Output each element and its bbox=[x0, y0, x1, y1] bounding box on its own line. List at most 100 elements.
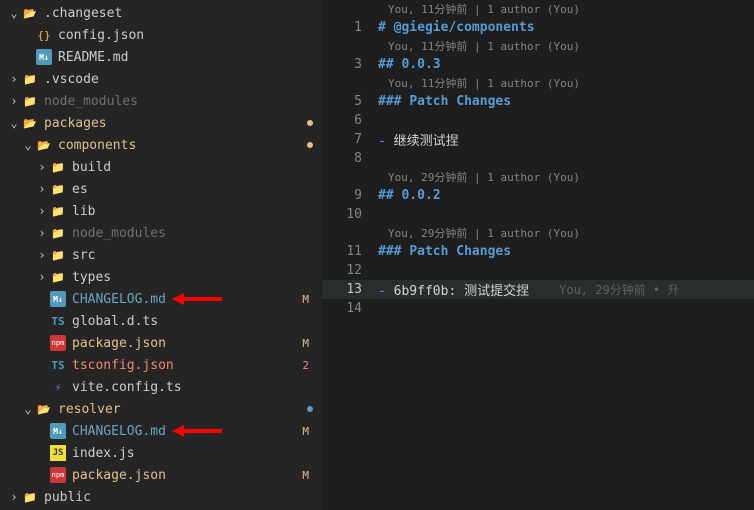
code-line[interactable]: 14 bbox=[322, 299, 754, 318]
folder-icon: 📁 bbox=[22, 71, 38, 87]
code-line[interactable]: 10 bbox=[322, 205, 754, 224]
item-label: vite.config.ts bbox=[72, 380, 313, 395]
folder-red-icon: 📂 bbox=[36, 137, 52, 153]
code-lens[interactable]: You, 29分钟前 | 1 author (You) bbox=[322, 168, 754, 186]
item-label: global.d.ts bbox=[72, 314, 313, 329]
code-content[interactable]: ### Patch Changes bbox=[378, 94, 511, 109]
item-label: CHANGELOG.md bbox=[72, 424, 298, 439]
tree-item-index-js[interactable]: ·JSindex.js bbox=[0, 442, 321, 464]
item-label: build bbox=[72, 160, 313, 175]
inline-blame: You, 29分钟前 • 升 bbox=[529, 281, 679, 298]
chevron-down-icon[interactable]: ⌄ bbox=[20, 138, 36, 152]
tree-item-public[interactable]: ›📁 public bbox=[0, 486, 321, 508]
chevron-down-icon[interactable]: ⌄ bbox=[6, 6, 22, 20]
line-number: 14 bbox=[322, 301, 378, 316]
ts-icon: TS bbox=[50, 357, 66, 373]
item-label: .changeset bbox=[44, 6, 313, 21]
npm-icon: npm bbox=[50, 467, 66, 483]
status-dot bbox=[307, 142, 313, 148]
scm-badge: 2 bbox=[298, 359, 313, 372]
md-icon: M↓ bbox=[36, 49, 52, 65]
tree-item--changeset[interactable]: ⌄📂.changeset bbox=[0, 2, 321, 24]
chevron-right-icon[interactable]: › bbox=[34, 182, 50, 196]
chevron-right-icon[interactable]: › bbox=[34, 226, 50, 240]
code-line[interactable]: 3## 0.0.3 bbox=[322, 55, 754, 74]
line-number: 5 bbox=[322, 94, 378, 109]
item-label: public bbox=[44, 490, 313, 505]
editor-pane[interactable]: You, 11分钟前 | 1 author (You)1# @giegie/co… bbox=[322, 0, 754, 510]
code-content[interactable]: - 6b9ff0b: 测试提交捏 bbox=[378, 280, 529, 299]
folder-icon: 📂 bbox=[36, 401, 52, 417]
tree-item--vscode[interactable]: ›📁 .vscode bbox=[0, 68, 321, 90]
item-label: types bbox=[72, 270, 313, 285]
tree-item-node-modules[interactable]: ›📁node_modules bbox=[0, 222, 321, 244]
vite-icon: ⚡ bbox=[50, 379, 66, 395]
code-lens[interactable]: You, 29分钟前 | 1 author (You) bbox=[322, 224, 754, 242]
item-label: node_modules bbox=[44, 94, 313, 109]
tree-item-es[interactable]: ›📁es bbox=[0, 178, 321, 200]
code-line[interactable]: 5### Patch Changes bbox=[322, 92, 754, 111]
chevron-right-icon[interactable]: › bbox=[34, 270, 50, 284]
scm-badge: M bbox=[298, 293, 313, 306]
code-content[interactable]: # @giegie/components bbox=[378, 20, 535, 35]
tree-item-lib[interactable]: ›📁lib bbox=[0, 200, 321, 222]
code-lens[interactable]: You, 11分钟前 | 1 author (You) bbox=[322, 37, 754, 55]
item-label: config.json bbox=[58, 28, 313, 43]
chevron-down-icon[interactable]: ⌄ bbox=[20, 402, 36, 416]
tree-item-vite-config-ts[interactable]: ·⚡vite.config.ts bbox=[0, 376, 321, 398]
line-number: 12 bbox=[322, 263, 378, 278]
chevron-down-icon[interactable]: ⌄ bbox=[6, 116, 22, 130]
tree-item-build[interactable]: ›📁 build bbox=[0, 156, 321, 178]
item-label: lib bbox=[72, 204, 313, 219]
tree-item-changelog-md[interactable]: ·M↓CHANGELOG.mdM bbox=[0, 420, 321, 442]
code-content[interactable]: ## 0.0.3 bbox=[378, 57, 441, 72]
scm-badge: M bbox=[298, 337, 313, 350]
item-label: .vscode bbox=[44, 72, 313, 87]
chevron-right-icon[interactable]: › bbox=[34, 160, 50, 174]
line-number: 10 bbox=[322, 207, 378, 222]
tree-item-package-json[interactable]: ·npmpackage.jsonM bbox=[0, 332, 321, 354]
tree-item-resolver[interactable]: ⌄📂resolver bbox=[0, 398, 321, 420]
folder-icon: 📁 bbox=[50, 159, 66, 175]
line-number: 8 bbox=[322, 151, 378, 166]
line-number: 9 bbox=[322, 188, 378, 203]
scm-badge: M bbox=[298, 469, 313, 482]
tree-item-node-modules[interactable]: ›📁node_modules bbox=[0, 90, 321, 112]
chevron-right-icon[interactable]: › bbox=[6, 72, 22, 86]
tree-item-tsconfig-json[interactable]: ·TStsconfig.json2 bbox=[0, 354, 321, 376]
tree-item-package-json[interactable]: ·npmpackage.jsonM bbox=[0, 464, 321, 486]
chevron-right-icon[interactable]: › bbox=[6, 490, 22, 504]
chevron-right-icon[interactable]: › bbox=[6, 94, 22, 108]
file-explorer[interactable]: ⌄📂.changeset·{}config.json·M↓README.md›📁… bbox=[0, 0, 322, 510]
code-line[interactable]: 6 bbox=[322, 111, 754, 130]
tree-item-changelog-md[interactable]: ·M↓CHANGELOG.mdM bbox=[0, 288, 321, 310]
code-line[interactable]: 11### Patch Changes bbox=[322, 242, 754, 261]
scm-badge: M bbox=[298, 425, 313, 438]
code-content[interactable]: ## 0.0.2 bbox=[378, 188, 441, 203]
item-label: package.json bbox=[72, 336, 298, 351]
tree-item-src[interactable]: ›📁src bbox=[0, 244, 321, 266]
code-line[interactable]: 7- 继续测试捏 bbox=[322, 130, 754, 149]
code-line[interactable]: 8 bbox=[322, 149, 754, 168]
line-number: 11 bbox=[322, 244, 378, 259]
tree-item-global-d-ts[interactable]: ·TSglobal.d.ts bbox=[0, 310, 321, 332]
line-number: 1 bbox=[322, 20, 378, 35]
code-line[interactable]: 13- 6b9ff0b: 测试提交捏You, 29分钟前 • 升 bbox=[322, 280, 754, 299]
code-lens[interactable]: You, 11分钟前 | 1 author (You) bbox=[322, 74, 754, 92]
tree-item-packages[interactable]: ⌄📂packages bbox=[0, 112, 321, 134]
chevron-right-icon[interactable]: › bbox=[34, 248, 50, 262]
tree-item-components[interactable]: ⌄📂components bbox=[0, 134, 321, 156]
code-content[interactable]: - 继续测试捏 bbox=[378, 130, 459, 149]
code-lens[interactable]: You, 11分钟前 | 1 author (You) bbox=[322, 0, 754, 18]
code-line[interactable]: 12 bbox=[322, 261, 754, 280]
chevron-right-icon[interactable]: › bbox=[34, 204, 50, 218]
js-icon: JS bbox=[50, 445, 66, 461]
tree-item-types[interactable]: ›📁types bbox=[0, 266, 321, 288]
item-label: tsconfig.json bbox=[72, 358, 298, 373]
code-line[interactable]: 9## 0.0.2 bbox=[322, 186, 754, 205]
code-line[interactable]: 1# @giegie/components bbox=[322, 18, 754, 37]
tree-item-config-json[interactable]: ·{}config.json bbox=[0, 24, 321, 46]
tree-item-readme-md[interactable]: ·M↓README.md bbox=[0, 46, 321, 68]
folder-icon: 📁 bbox=[22, 489, 38, 505]
code-content[interactable]: ### Patch Changes bbox=[378, 244, 511, 259]
